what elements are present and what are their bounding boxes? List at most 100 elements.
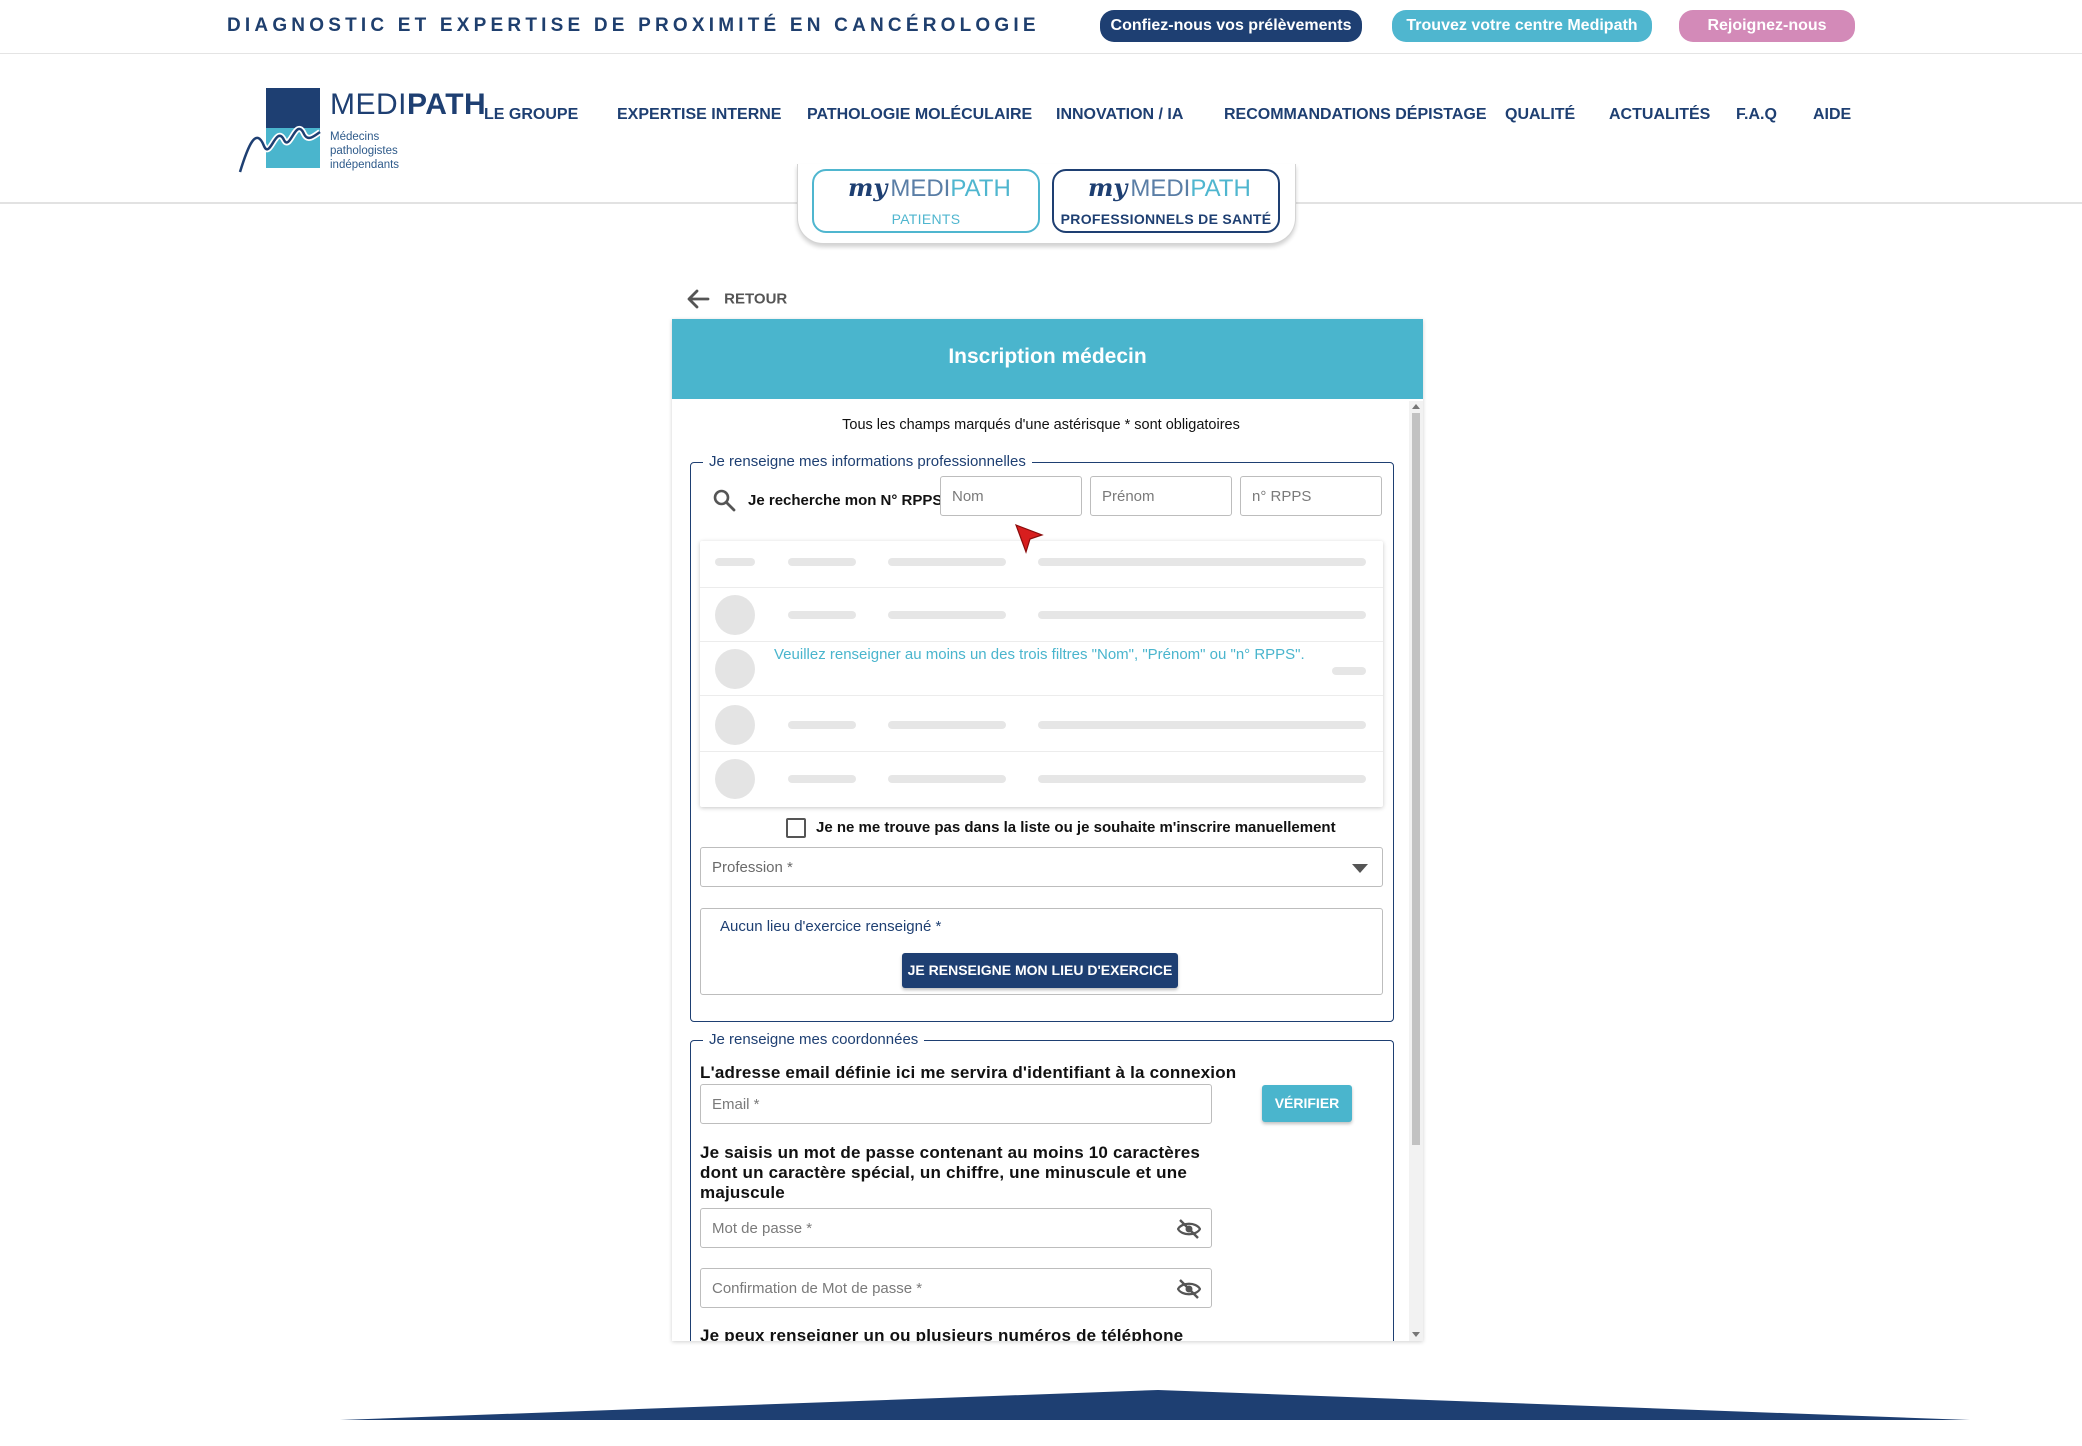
chevron-down-icon (1352, 864, 1368, 873)
nav-le-groupe[interactable]: LE GROUPE (484, 106, 578, 124)
nav-expertise-interne[interactable]: EXPERTISE INTERNE (617, 106, 781, 124)
phone-heading: Je peux renseigner un ou plusieurs numér… (700, 1326, 1184, 1341)
pros-label: PROFESSIONNELS DE SANTÉ (1060, 211, 1272, 227)
profession-select[interactable]: Profession * (700, 847, 1383, 887)
mymedipath-logo: my MEDIPATH (848, 173, 1011, 203)
eye-off-icon[interactable] (1177, 1218, 1201, 1240)
skeleton-bar (715, 558, 755, 566)
skeleton-bar (1332, 667, 1366, 675)
verify-email-button[interactable]: VÉRIFIER (1262, 1085, 1352, 1122)
skeleton-bar (788, 611, 856, 619)
skeleton-bar (1038, 721, 1366, 729)
email-heading: L'adresse email définie ici me servira d… (700, 1063, 1237, 1082)
skeleton-divider (700, 587, 1383, 588)
skeleton-avatar (715, 649, 755, 689)
skeleton-bar (888, 775, 1006, 783)
mymedipath-patients-button[interactable]: my MEDIPATH PATIENTS (812, 169, 1040, 233)
medipath-logo[interactable]: MEDIPATH Médecins pathologistes indépend… (238, 86, 486, 218)
mymedipath-medi: MEDI (1130, 175, 1191, 202)
scroll-up-arrow-icon[interactable] (1412, 404, 1420, 409)
rejoignez-nous-button[interactable]: Rejoignez-nous (1679, 10, 1855, 42)
password-input[interactable] (701, 1209, 1211, 1247)
prenom-input[interactable] (1091, 477, 1231, 515)
nav-qualite[interactable]: QUALITÉ (1505, 106, 1575, 124)
mymedipath-path: PATH (1190, 175, 1251, 202)
contact-info-legend: Je renseigne mes coordonnées (703, 1031, 925, 1048)
arrow-left-icon (687, 289, 710, 309)
nav-faq[interactable]: F.A.Q (1736, 106, 1777, 124)
scroll-down-arrow-icon[interactable] (1412, 1332, 1420, 1337)
skeleton-bar (1038, 611, 1366, 619)
professional-info-legend: Je renseigne mes informations profession… (703, 453, 1032, 470)
patients-label: PATIENTS (891, 211, 961, 227)
search-icon (713, 489, 736, 512)
password-heading: Je saisis un mot de passe contenant au m… (700, 1143, 1201, 1202)
manual-registration-label[interactable]: Je ne me trouve pas dans la liste ou je … (816, 819, 1336, 836)
mymedipath-switcher: my MEDIPATH PATIENTS my MEDIPATH PROFESSIO… (797, 164, 1296, 244)
password-confirm-input[interactable] (701, 1269, 1211, 1307)
add-lieu-exercice-button[interactable]: JE RENSEIGNE MON LIEU D'EXERCICE (902, 953, 1178, 988)
logo-subtitle: Médecins pathologistes indépendants (330, 131, 400, 171)
skeleton-divider (700, 641, 1383, 642)
nav-innovation-ia[interactable]: INNOVATION / IA (1056, 106, 1183, 124)
top-bar: DIAGNOSTIC ET EXPERTISE DE PROXIMITÉ EN … (0, 0, 2082, 54)
profession-placeholder: Profession * (712, 859, 793, 876)
skeleton-bar (888, 558, 1006, 566)
skeleton-avatar (715, 759, 755, 799)
filter-required-message: Veuillez renseigner au moins un des troi… (774, 646, 1305, 663)
nom-input[interactable] (941, 477, 1081, 515)
back-link[interactable]: RETOUR (686, 289, 787, 313)
rpps-search-label: Je recherche mon N° RPPS : (748, 492, 952, 509)
nom-field[interactable] (940, 476, 1082, 516)
logo-path: PATH (407, 88, 487, 121)
card-header: Inscription médecin (672, 319, 1423, 399)
tagline: DIAGNOSTIC ET EXPERTISE DE PROXIMITÉ EN … (227, 15, 1040, 36)
nav-aide[interactable]: AIDE (1813, 106, 1851, 124)
rpps-field[interactable] (1240, 476, 1382, 516)
scrollbar-thumb[interactable] (1412, 413, 1420, 1145)
nav-recommandations-depistage[interactable]: RECOMMANDATIONS DÉPISTAGE (1224, 106, 1487, 124)
lieu-exercice-label: Aucun lieu d'exercice renseigné * (720, 918, 942, 935)
rpps-input[interactable] (1241, 477, 1381, 515)
mymedipath-path: PATH (950, 175, 1011, 202)
skeleton-bar (788, 721, 856, 729)
email-field[interactable] (700, 1084, 1212, 1124)
skeleton-divider (700, 695, 1383, 696)
logo-wordmark: MEDIPATH (330, 88, 486, 122)
rpps-results-skeleton: Veuillez renseigner au moins un des troi… (700, 541, 1383, 807)
form-scrollbar[interactable] (1409, 401, 1423, 1341)
skeleton-bar (788, 558, 856, 566)
confiez-prelevements-button[interactable]: Confiez-nous vos prélèvements (1100, 10, 1362, 42)
lieu-exercice-box: Aucun lieu d'exercice renseigné * JE REN… (700, 908, 1383, 995)
mymedipath-my: my (848, 173, 888, 202)
medipath-logo-mark-icon (238, 88, 322, 173)
skeleton-bar (888, 611, 1006, 619)
nav-actualites[interactable]: ACTUALITÉS (1609, 106, 1710, 124)
eye-off-icon[interactable] (1177, 1278, 1201, 1300)
mymedipath-my: my (1088, 173, 1128, 202)
nav-pathologie-moleculaire[interactable]: PATHOLOGIE MOLÉCULAIRE (807, 106, 1032, 124)
password-confirm-field[interactable] (700, 1268, 1212, 1308)
email-input[interactable] (701, 1085, 1211, 1123)
form-title: Inscription médecin (948, 345, 1147, 368)
prenom-field[interactable] (1090, 476, 1232, 516)
skeleton-avatar (715, 595, 755, 635)
required-notice: Tous les champs marqués d'une astérisque… (842, 417, 1240, 433)
footer-wave (340, 1390, 1970, 1420)
skeleton-bar (1038, 558, 1366, 566)
mymedipath-pros-button[interactable]: my MEDIPATH PROFESSIONNELS DE SANTÉ (1052, 169, 1280, 233)
skeleton-avatar (715, 705, 755, 745)
skeleton-bar (888, 721, 1006, 729)
skeleton-divider (700, 751, 1383, 752)
skeleton-bar (1038, 775, 1366, 783)
manual-registration-checkbox[interactable] (786, 818, 806, 838)
password-field[interactable] (700, 1208, 1212, 1248)
back-label: RETOUR (724, 290, 788, 308)
registration-card: Inscription médecin Tous les champs marq… (672, 319, 1423, 1341)
trouvez-centre-button[interactable]: Trouvez votre centre Medipath (1392, 10, 1652, 42)
skeleton-bar (788, 775, 856, 783)
mymedipath-medi: MEDI (890, 175, 951, 202)
cursor-icon (1014, 523, 1044, 554)
mymedipath-logo: my MEDIPATH (1088, 173, 1251, 203)
logo-medi: MEDI (330, 88, 407, 121)
